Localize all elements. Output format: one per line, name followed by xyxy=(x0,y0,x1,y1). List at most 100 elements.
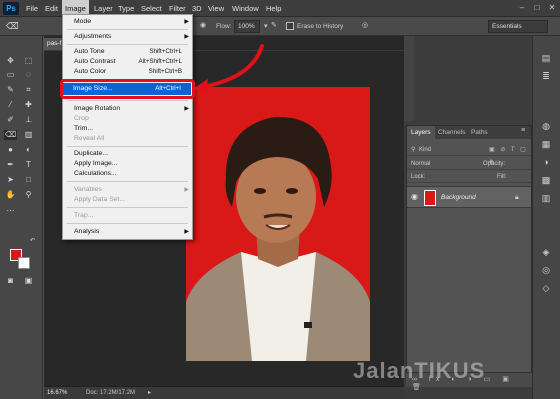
marquee-tool-icon[interactable]: ▭ xyxy=(4,70,17,80)
gradient-tool-icon[interactable]: ▥ xyxy=(22,130,35,140)
lock-row: Lock: Fill: xyxy=(407,171,531,183)
crop-tool-icon[interactable]: ⌗ xyxy=(22,85,35,95)
paths-dock-icon[interactable]: ◇ xyxy=(540,282,552,294)
annotation-highlight-box xyxy=(60,79,195,99)
eye-icon[interactable]: ◉ xyxy=(411,192,418,201)
styles-icon[interactable]: ▩ xyxy=(540,174,552,186)
image-menu: Mode ▶ Adjustments ▶ Auto Tone Shift+Ctrl+L… xyxy=(62,14,193,240)
blur-tool-icon[interactable]: ● xyxy=(4,145,17,155)
menu-separator xyxy=(67,223,188,224)
move-tool-icon[interactable]: ✥ xyxy=(4,56,17,66)
menuitem-auto-color[interactable]: Auto Color Shift+Ctrl+B xyxy=(63,67,192,77)
zoom-level[interactable]: 16.67% xyxy=(47,387,67,399)
tab-layers[interactable]: Layers xyxy=(407,126,435,139)
healing-tool-icon[interactable]: ✚ xyxy=(22,100,35,110)
type-tool-icon[interactable]: T xyxy=(22,160,35,170)
eyedropper-tool-icon[interactable]: ⁄ xyxy=(4,100,17,110)
clone-stamp-tool-icon[interactable]: ⊥ xyxy=(22,115,35,125)
blend-row: Normal Opacity: xyxy=(407,158,531,170)
menuitem-apply-image[interactable]: Apply Image... xyxy=(63,159,192,169)
collapsed-panel-strip xyxy=(404,36,414,121)
airbrush-toggle-icon[interactable]: ✎ xyxy=(271,21,281,32)
menuitem-auto-contrast[interactable]: Auto Contrast Alt+Shift+Ctrl+L xyxy=(63,57,192,67)
dodge-tool-icon[interactable]: ◐ xyxy=(22,145,35,155)
status-arrow-icon[interactable]: ▸ xyxy=(148,387,151,399)
menuitem-trim[interactable]: Trim... xyxy=(63,124,192,134)
annotation-arrow-icon xyxy=(194,44,264,94)
blend-mode-select[interactable]: Normal xyxy=(411,158,430,170)
color-icon[interactable]: ◍ xyxy=(540,120,552,132)
properties-icon[interactable]: ≣ xyxy=(540,70,552,82)
document-tab[interactable]: pas-f xyxy=(44,38,64,50)
menuitem-mode[interactable]: Mode ▶ xyxy=(63,17,192,27)
fill-label: Fill: xyxy=(497,174,507,180)
eraser-tool-icon[interactable]: ⌫ xyxy=(4,130,17,140)
hand-tool-icon[interactable]: ✋ xyxy=(4,190,17,200)
menuitem-adjustments[interactable]: Adjustments ▶ xyxy=(63,32,192,42)
swap-colors-icon[interactable]: ↶ xyxy=(26,236,39,246)
maximize-icon[interactable]: □ xyxy=(531,2,543,14)
tab-paths[interactable]: Paths xyxy=(467,126,492,139)
portrait-photo xyxy=(186,116,370,361)
lock-label: Lock: xyxy=(411,174,426,180)
close-icon[interactable]: ✕ xyxy=(546,2,558,14)
flow-input[interactable]: 100% xyxy=(234,20,260,33)
rectangle-tool-icon[interactable]: □ xyxy=(22,175,35,185)
channels-dock-icon[interactable]: ◎ xyxy=(540,264,552,276)
canvas-image[interactable] xyxy=(186,87,370,361)
menuitem-analysis[interactable]: Analysis ▶ xyxy=(63,227,192,237)
more-tools-icon[interactable]: ⋯ xyxy=(4,206,17,216)
adjustments-icon[interactable]: ◑ xyxy=(540,156,552,168)
pen-tool-icon[interactable]: ✒ xyxy=(4,160,17,170)
quick-mask-icon[interactable]: ◙ xyxy=(4,276,17,286)
submenu-arrow-icon: ▶ xyxy=(184,106,189,112)
erase-history-label: Erase to History xyxy=(297,23,344,30)
zoom-tool-icon[interactable]: ⚲ xyxy=(22,190,35,200)
menu-file[interactable]: File xyxy=(23,0,41,17)
artboard-tool-icon[interactable]: ⬚ xyxy=(22,56,35,66)
menu-help[interactable]: Help xyxy=(263,0,284,17)
menuitem-auto-tone[interactable]: Auto Tone Shift+Ctrl+L xyxy=(63,47,192,57)
history-icon[interactable]: ▤ xyxy=(540,52,552,64)
layers-dock-icon[interactable]: ◈ xyxy=(540,246,552,258)
layer-row-background[interactable]: ◉ Background 🔒︎ xyxy=(407,186,531,208)
minimize-icon[interactable]: – xyxy=(516,2,528,14)
swatches-icon[interactable]: ▦ xyxy=(540,138,552,150)
eraser-icon[interactable]: ⌫ xyxy=(6,20,20,33)
submenu-arrow-icon: ▶ xyxy=(184,34,189,40)
submenu-arrow-icon: ▶ xyxy=(184,229,189,235)
doc-size: Doc: 17.2M/17.2M xyxy=(86,390,136,396)
pressure-icon[interactable]: ◎ xyxy=(362,21,372,32)
menuitem-duplicate[interactable]: Duplicate... xyxy=(63,149,192,159)
menu-separator xyxy=(67,29,188,30)
quick-select-tool-icon[interactable]: ✎ xyxy=(4,85,17,95)
workspace-select[interactable]: Essentials xyxy=(488,20,548,33)
menuitem-calculations[interactable]: Calculations... xyxy=(63,169,192,179)
flow-label: Flow: xyxy=(216,23,232,30)
right-icon-strip xyxy=(532,36,560,399)
menuitem-image-rotation[interactable]: Image Rotation ▶ xyxy=(63,104,192,114)
layer-thumbnail xyxy=(424,190,436,206)
tab-channels[interactable]: Channels xyxy=(434,126,469,139)
erase-history-checkbox[interactable] xyxy=(286,22,294,30)
menu-separator xyxy=(67,100,188,101)
airbrush-icon[interactable]: ◉ xyxy=(200,21,210,32)
layer-name[interactable]: Background xyxy=(441,187,476,209)
screen-mode-icon[interactable]: ▣ xyxy=(22,276,35,286)
submenu-arrow-icon: ▶ xyxy=(184,187,189,193)
kind-filter[interactable]: Kind xyxy=(419,144,431,156)
path-select-tool-icon[interactable]: ➤ xyxy=(4,175,17,185)
background-color-swatch[interactable] xyxy=(18,257,30,269)
lasso-tool-icon[interactable]: ◌ xyxy=(22,70,35,80)
menu-view[interactable]: View xyxy=(205,0,227,17)
menu-separator xyxy=(67,207,188,208)
layers-panel: Layers Channels Paths ≡ ⚲ Kind ▣ ⊘ T ▢ ◈… xyxy=(406,125,532,387)
libraries-icon[interactable]: ▥ xyxy=(540,192,552,204)
menu-window[interactable]: Window xyxy=(229,0,262,17)
menuitem-crop: Crop xyxy=(74,115,89,122)
menu-edit[interactable]: Edit xyxy=(42,0,61,17)
submenu-arrow-icon: ▶ xyxy=(184,19,189,25)
brush-tool-icon[interactable]: ✐ xyxy=(4,115,17,125)
panel-menu-icon[interactable]: ≡ xyxy=(521,127,531,138)
filter-row: ⚲ Kind ▣ ⊘ T ▢ ◈ xyxy=(407,144,531,165)
